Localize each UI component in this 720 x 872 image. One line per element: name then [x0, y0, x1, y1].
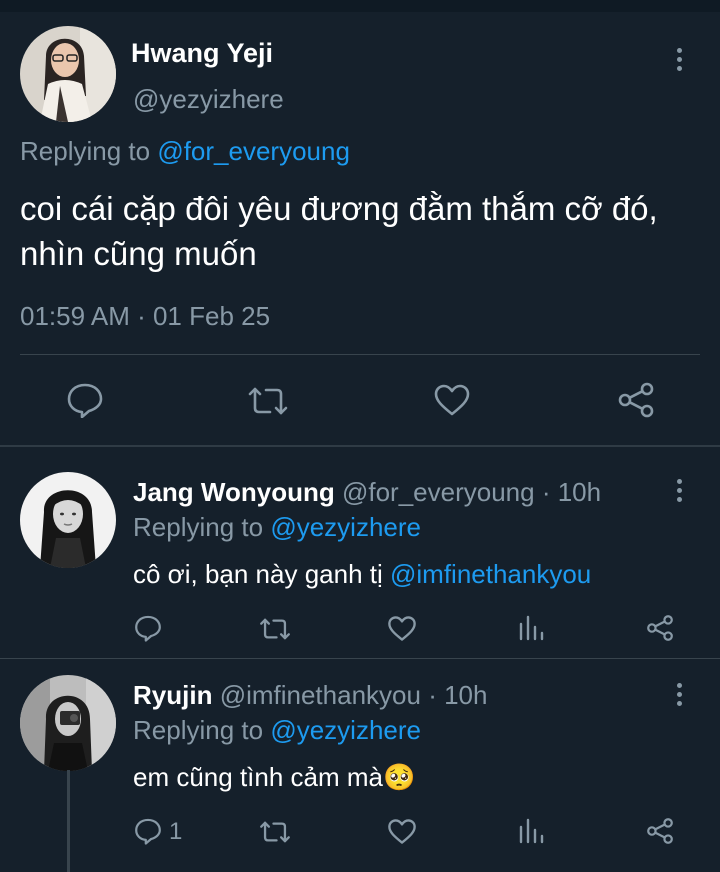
reply-author-handle[interactable]: @for_everyoung — [342, 477, 535, 507]
reply-header: Jang Wonyoung @for_everyoung · 10h — [133, 477, 601, 508]
analytics-icon[interactable] — [518, 818, 544, 844]
author-handle[interactable]: @yezyizhere — [133, 84, 284, 115]
reply-author-name[interactable]: Ryujin — [133, 680, 212, 710]
reply-divider — [0, 658, 720, 659]
more-options-icon[interactable] — [677, 479, 683, 506]
replying-to-link[interactable]: @yezyizhere — [270, 715, 421, 745]
replying-prefix: Replying to — [133, 512, 264, 542]
replying-prefix: Replying to — [133, 715, 264, 745]
retweet-icon[interactable] — [246, 384, 290, 418]
section-divider — [0, 445, 720, 447]
avatar-jang-wonyoung[interactable] — [20, 472, 116, 568]
tweet-text: coi cái cặp đôi yêu đương đằm thắm cỡ đó… — [20, 190, 658, 272]
reply-body: em cũng tình cảm mà — [133, 762, 383, 792]
replying-to: Replying to @for_everyoung — [20, 136, 350, 167]
share-icon[interactable] — [616, 381, 656, 419]
author-name[interactable]: Hwang Yeji — [131, 38, 273, 69]
reply-text: em cũng tình cảm mà🥺 — [133, 762, 415, 793]
reply-header: Ryujin @imfinethankyou · 10h — [133, 680, 487, 711]
reply-time: · 10h — [428, 680, 488, 710]
more-options-icon[interactable] — [677, 48, 683, 75]
replying-to-link[interactable]: @yezyizhere — [270, 512, 421, 542]
like-icon[interactable] — [433, 383, 471, 417]
replying-to-link[interactable]: @for_everyoung — [157, 136, 350, 166]
avatar-hwang-yeji[interactable] — [20, 26, 116, 122]
replying-prefix: Replying to — [20, 136, 151, 166]
retweet-icon[interactable] — [258, 819, 292, 845]
share-icon[interactable] — [645, 817, 675, 845]
avatar-ryujin[interactable] — [20, 675, 116, 771]
divider — [20, 354, 700, 355]
reply-replying-to: Replying to @yezyizhere — [133, 512, 421, 543]
reply-text: cô ơi, bạn này ganh tị @imfinethankyou — [133, 559, 591, 590]
reply-author-name[interactable]: Jang Wonyoung — [133, 477, 335, 507]
pleading-face-emoji: 🥺 — [383, 762, 416, 792]
reply-count: 1 — [169, 818, 183, 845]
like-icon[interactable] — [387, 818, 417, 845]
reply-time: · 10h — [541, 477, 602, 507]
analytics-icon[interactable] — [518, 615, 544, 641]
reply-icon[interactable] — [134, 817, 162, 845]
reply-body: cô ơi, bạn này ganh tị — [133, 559, 390, 589]
reply-author-handle[interactable]: @imfinethankyou — [220, 680, 421, 710]
thread-line — [67, 770, 70, 872]
top-edge — [0, 0, 720, 12]
mention-link[interactable]: @imfinethankyou — [390, 559, 591, 589]
retweet-icon[interactable] — [258, 616, 292, 642]
more-options-icon[interactable] — [677, 683, 683, 710]
reply-icon[interactable] — [134, 614, 162, 642]
tweet-timestamp: 01:59 AM · 01 Feb 25 — [20, 301, 271, 331]
share-icon[interactable] — [645, 614, 675, 642]
reply-icon[interactable] — [66, 382, 104, 418]
like-icon[interactable] — [387, 615, 417, 642]
reply-replying-to: Replying to @yezyizhere — [133, 715, 421, 746]
